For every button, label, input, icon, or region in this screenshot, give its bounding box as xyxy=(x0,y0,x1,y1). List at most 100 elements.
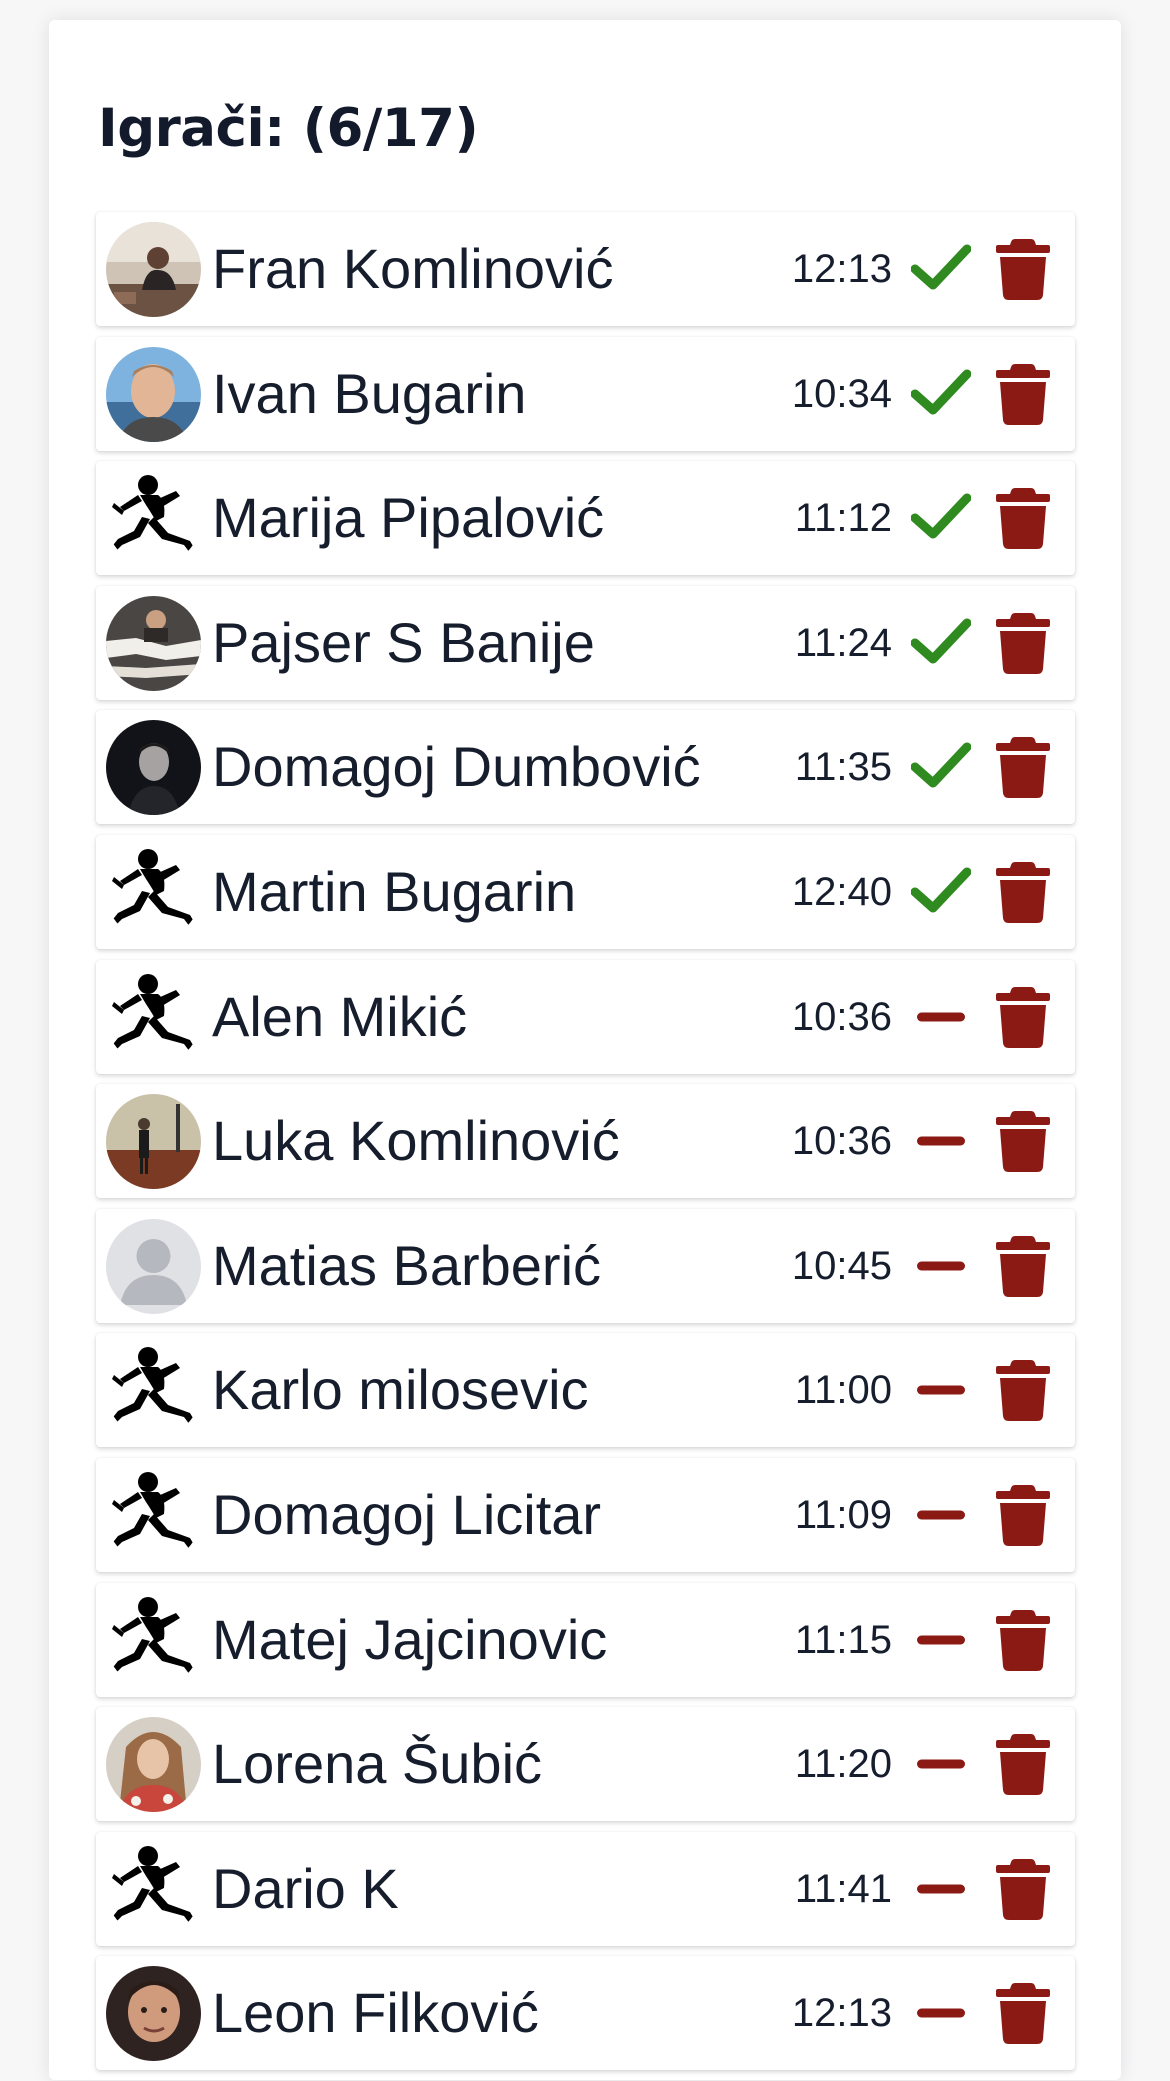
checkmark-icon[interactable] xyxy=(911,613,971,673)
player-avatar xyxy=(106,1218,201,1314)
player-name: Fran Komlinović xyxy=(212,237,614,300)
trash-icon[interactable] xyxy=(996,986,1050,1048)
player-avatar xyxy=(106,1592,201,1688)
player-avatar xyxy=(106,1467,201,1563)
player-time: 12:13 xyxy=(791,1991,892,2036)
player-name: Leon Filković xyxy=(212,1981,539,2045)
player-row[interactable]: Ivan Bugarin 10:34 xyxy=(96,336,1075,451)
player-name: Domagoj Licitar xyxy=(212,1482,602,1546)
runner-icon xyxy=(106,1841,201,1937)
minus-icon[interactable] xyxy=(911,1111,971,1171)
player-row[interactable]: Karlo milosevic 11:00 xyxy=(96,1333,1075,1448)
player-name: Pajser S Banije xyxy=(212,610,595,674)
checkmark-icon[interactable] xyxy=(911,364,971,424)
checkmark-icon[interactable] xyxy=(911,862,971,922)
minus-icon[interactable] xyxy=(911,1236,971,1296)
runner-icon xyxy=(106,471,201,567)
player-time: 12:13 xyxy=(791,247,892,291)
player-avatar xyxy=(106,1841,201,1937)
player-avatar xyxy=(106,844,201,940)
player-name: Ivan Bugarin xyxy=(212,361,527,425)
minus-icon[interactable] xyxy=(911,987,971,1047)
trash-icon[interactable] xyxy=(996,487,1050,550)
player-avatar xyxy=(106,346,201,442)
trash-icon[interactable] xyxy=(996,736,1050,799)
trash-icon[interactable] xyxy=(996,363,1050,425)
player-avatar xyxy=(106,720,201,816)
player-name: Alen Mikić xyxy=(212,984,468,1048)
player-time: 11:00 xyxy=(794,1368,892,1413)
trash-icon[interactable] xyxy=(996,1110,1050,1173)
player-name: Karlo milosevic xyxy=(212,1358,589,1422)
runner-icon xyxy=(106,1343,201,1439)
runner-icon xyxy=(106,969,201,1065)
player-name: Luka Komlinović xyxy=(212,1109,620,1173)
player-name: Marija Pipalović xyxy=(212,486,605,550)
minus-icon[interactable] xyxy=(911,1983,971,2043)
player-row[interactable]: Matej Jajcinovic 11:15 xyxy=(96,1582,1075,1697)
runner-icon xyxy=(106,844,201,940)
trash-icon[interactable] xyxy=(996,1858,1050,1920)
player-avatar xyxy=(106,1717,201,1813)
trash-icon[interactable] xyxy=(996,1733,1050,1796)
player-row[interactable]: Matias Barberić 10:45 xyxy=(96,1208,1075,1323)
player-avatar xyxy=(106,1094,201,1190)
minus-icon[interactable] xyxy=(911,1734,971,1794)
player-time: 11:15 xyxy=(794,1617,892,1662)
checkmark-icon[interactable] xyxy=(911,239,971,299)
player-row[interactable]: Domagoj Dumbović 11:35 xyxy=(96,710,1075,825)
minus-icon[interactable] xyxy=(911,1859,971,1919)
trash-icon[interactable] xyxy=(996,861,1050,923)
player-row[interactable]: Dario K 11:41 xyxy=(96,1831,1075,1946)
player-row[interactable]: Domagoj Licitar 11:09 xyxy=(96,1457,1075,1572)
player-time: 10:36 xyxy=(791,1119,892,1164)
minus-icon[interactable] xyxy=(911,1360,971,1420)
checkmark-icon[interactable] xyxy=(911,737,971,797)
player-name: Dario K xyxy=(212,1856,399,1920)
player-time: 10:34 xyxy=(791,371,892,416)
player-time: 12:40 xyxy=(791,869,892,914)
players-card: Igrači: (6/17) Fran Komlinović 12:13 Ivan … xyxy=(49,20,1121,2080)
player-name: Martin Bugarin xyxy=(212,859,577,923)
checkmark-icon[interactable] xyxy=(911,488,971,548)
player-time: 11:12 xyxy=(794,496,892,541)
player-name: Matias Barberić xyxy=(212,1233,602,1297)
player-avatar xyxy=(106,222,201,317)
player-time: 11:35 xyxy=(794,745,892,790)
player-time: 10:45 xyxy=(791,1243,892,1288)
player-name: Domagoj Dumbović xyxy=(212,735,701,799)
player-name: Matej Jajcinovic xyxy=(212,1607,608,1671)
page-title: Igrači: (6/17) xyxy=(98,98,479,159)
runner-icon xyxy=(106,1592,201,1688)
trash-icon[interactable] xyxy=(996,612,1050,674)
minus-icon[interactable] xyxy=(911,1485,971,1545)
player-name: Lorena Šubić xyxy=(212,1732,543,1796)
player-avatar xyxy=(106,969,201,1065)
trash-icon[interactable] xyxy=(996,1484,1050,1546)
trash-icon[interactable] xyxy=(996,1982,1050,2045)
player-avatar xyxy=(106,1343,201,1439)
player-time: 11:20 xyxy=(794,1742,892,1787)
player-row[interactable]: Luka Komlinović 10:36 xyxy=(96,1084,1075,1199)
player-row[interactable]: Marija Pipalović 11:12 xyxy=(96,461,1075,576)
player-time: 10:36 xyxy=(791,994,892,1039)
player-row[interactable]: Alen Mikić 10:36 xyxy=(96,959,1075,1074)
player-list: Fran Komlinović 12:13 Ivan Bugarin 10:34 Mar… xyxy=(96,212,1075,2081)
player-time: 11:09 xyxy=(794,1492,892,1537)
player-row[interactable]: Pajser S Banije 11:24 xyxy=(96,585,1075,700)
player-row[interactable]: Leon Filković 12:13 xyxy=(96,1956,1075,2071)
player-avatar xyxy=(106,595,201,691)
player-row[interactable]: Martin Bugarin 12:40 xyxy=(96,834,1075,949)
trash-icon[interactable] xyxy=(996,1359,1050,1422)
player-row[interactable]: Lorena Šubić 11:20 xyxy=(96,1707,1075,1822)
trash-icon[interactable] xyxy=(996,1609,1050,1671)
player-time: 11:41 xyxy=(794,1866,892,1911)
trash-icon[interactable] xyxy=(996,238,1050,300)
player-time: 11:24 xyxy=(794,620,892,665)
minus-icon[interactable] xyxy=(911,1610,971,1670)
player-avatar xyxy=(106,1966,201,2062)
trash-icon[interactable] xyxy=(996,1235,1050,1297)
player-avatar xyxy=(106,471,201,567)
player-row[interactable]: Fran Komlinović 12:13 xyxy=(96,212,1075,326)
runner-icon xyxy=(106,1467,201,1563)
